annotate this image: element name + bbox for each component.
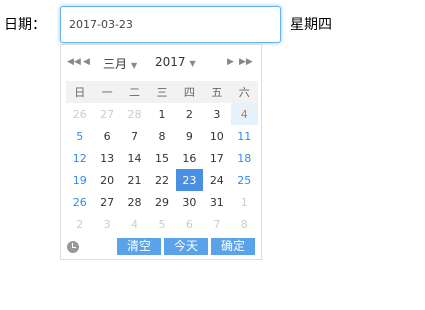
day-cell[interactable]: 24 xyxy=(203,169,230,191)
day-cell[interactable]: 5 xyxy=(66,125,93,147)
weekday-header: 二 xyxy=(120,81,149,103)
date-input[interactable] xyxy=(60,6,281,43)
day-cell[interactable]: 1 xyxy=(148,103,175,125)
day-cell[interactable]: 6 xyxy=(176,213,203,235)
day-cell[interactable]: 29 xyxy=(148,191,175,213)
week-row: 26 27 28 1 2 3 4 xyxy=(66,103,258,125)
ok-button[interactable]: 确定 xyxy=(211,238,255,255)
day-cell[interactable]: 3 xyxy=(203,103,230,125)
weekday-header-row: 日 一 二 三 四 五 六 xyxy=(66,81,258,103)
day-cell[interactable]: 28 xyxy=(121,103,148,125)
day-cell[interactable]: 28 xyxy=(121,191,148,213)
prev-year-icon[interactable]: ◀◀ xyxy=(67,57,81,67)
day-cell[interactable]: 20 xyxy=(93,169,120,191)
day-cell[interactable]: 26 xyxy=(66,103,93,125)
day-cell[interactable]: 27 xyxy=(93,191,120,213)
week-row: 2 3 4 5 6 7 8 xyxy=(66,213,258,235)
chevron-down-icon: ▼ xyxy=(189,59,196,68)
day-cell[interactable]: 11 xyxy=(231,125,258,147)
day-cell[interactable]: 27 xyxy=(93,103,120,125)
date-picker-popup: ◀◀ ◀ 三月 ▼ 2017 ▼ ▶ ▶▶ 日 一 二 三 四 五 六 26 27 … xyxy=(60,44,262,260)
week-row: 12 13 14 15 16 17 18 xyxy=(66,147,258,169)
day-cell[interactable]: 6 xyxy=(93,125,120,147)
day-cell[interactable]: 1 xyxy=(231,191,258,213)
day-cell[interactable]: 26 xyxy=(66,191,93,213)
weekday-header: 六 xyxy=(230,81,258,103)
day-cell[interactable]: 30 xyxy=(176,191,203,213)
day-cell[interactable]: 4 xyxy=(121,213,148,235)
day-cell[interactable]: 19 xyxy=(66,169,93,191)
day-cell[interactable]: 7 xyxy=(203,213,230,235)
weekday-header: 五 xyxy=(203,81,231,103)
day-cell[interactable]: 13 xyxy=(93,147,120,169)
weekday-header: 三 xyxy=(148,81,176,103)
day-cell[interactable]: 15 xyxy=(148,147,175,169)
day-cell[interactable]: 4 xyxy=(230,103,258,125)
year-label: 2017 xyxy=(155,55,186,69)
today-button[interactable]: 今天 xyxy=(164,238,208,255)
year-select[interactable]: 2017 ▼ xyxy=(155,55,196,69)
next-month-icon[interactable]: ▶ xyxy=(227,57,234,67)
week-row: 19 20 21 22 23 24 25 xyxy=(66,169,258,191)
picker-footer: 清空 今天 确定 xyxy=(61,237,261,259)
weekday-header: 一 xyxy=(93,81,121,103)
prev-month-icon[interactable]: ◀ xyxy=(83,57,90,67)
day-cell[interactable]: 3 xyxy=(93,213,120,235)
clock-icon[interactable] xyxy=(67,241,79,253)
day-cell[interactable]: 2 xyxy=(66,213,93,235)
next-year-icon[interactable]: ▶▶ xyxy=(239,57,253,67)
calendar-grid: 日 一 二 三 四 五 六 26 27 28 1 2 3 4 5 6 7 8 9… xyxy=(66,81,258,235)
day-cell[interactable]: 14 xyxy=(121,147,148,169)
weekday-header: 四 xyxy=(175,81,204,103)
day-cell[interactable]: 8 xyxy=(231,213,258,235)
day-cell[interactable]: 12 xyxy=(66,147,93,169)
week-row: 26 27 28 29 30 31 1 xyxy=(66,191,258,213)
day-cell[interactable]: 16 xyxy=(176,147,203,169)
weekday-text: 星期四 xyxy=(290,17,332,33)
day-cell[interactable]: 7 xyxy=(121,125,148,147)
picker-nav: ◀◀ ◀ 三月 ▼ 2017 ▼ ▶ ▶▶ xyxy=(61,45,261,81)
day-cell[interactable]: 5 xyxy=(148,213,175,235)
day-cell[interactable]: 2 xyxy=(176,103,203,125)
day-cell[interactable]: 8 xyxy=(148,125,175,147)
day-cell[interactable]: 18 xyxy=(231,147,258,169)
day-cell[interactable]: 25 xyxy=(231,169,258,191)
week-row: 5 6 7 8 9 10 11 xyxy=(66,125,258,147)
month-label: 三月 xyxy=(103,57,128,71)
date-label: 日期： xyxy=(4,17,46,33)
clear-button[interactable]: 清空 xyxy=(117,238,161,255)
day-cell[interactable]: 31 xyxy=(203,191,230,213)
day-cell[interactable]: 22 xyxy=(148,169,175,191)
day-cell[interactable]: 9 xyxy=(176,125,203,147)
month-select[interactable]: 三月 ▼ xyxy=(103,55,137,72)
day-cell[interactable]: 10 xyxy=(203,125,230,147)
weekday-header: 日 xyxy=(66,81,94,103)
day-cell-selected[interactable]: 23 xyxy=(175,169,204,191)
chevron-down-icon: ▼ xyxy=(131,61,138,70)
day-cell[interactable]: 17 xyxy=(203,147,230,169)
day-cell[interactable]: 21 xyxy=(121,169,148,191)
